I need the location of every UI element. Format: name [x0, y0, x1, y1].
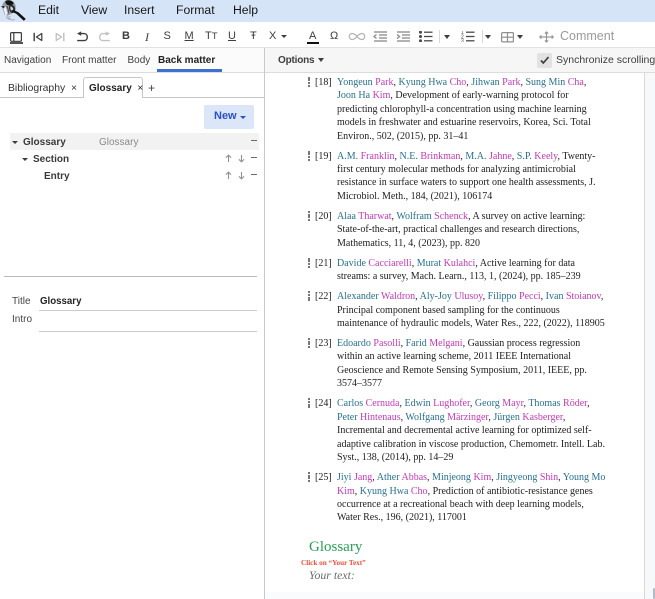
- svg-text:3: 3: [461, 39, 464, 43]
